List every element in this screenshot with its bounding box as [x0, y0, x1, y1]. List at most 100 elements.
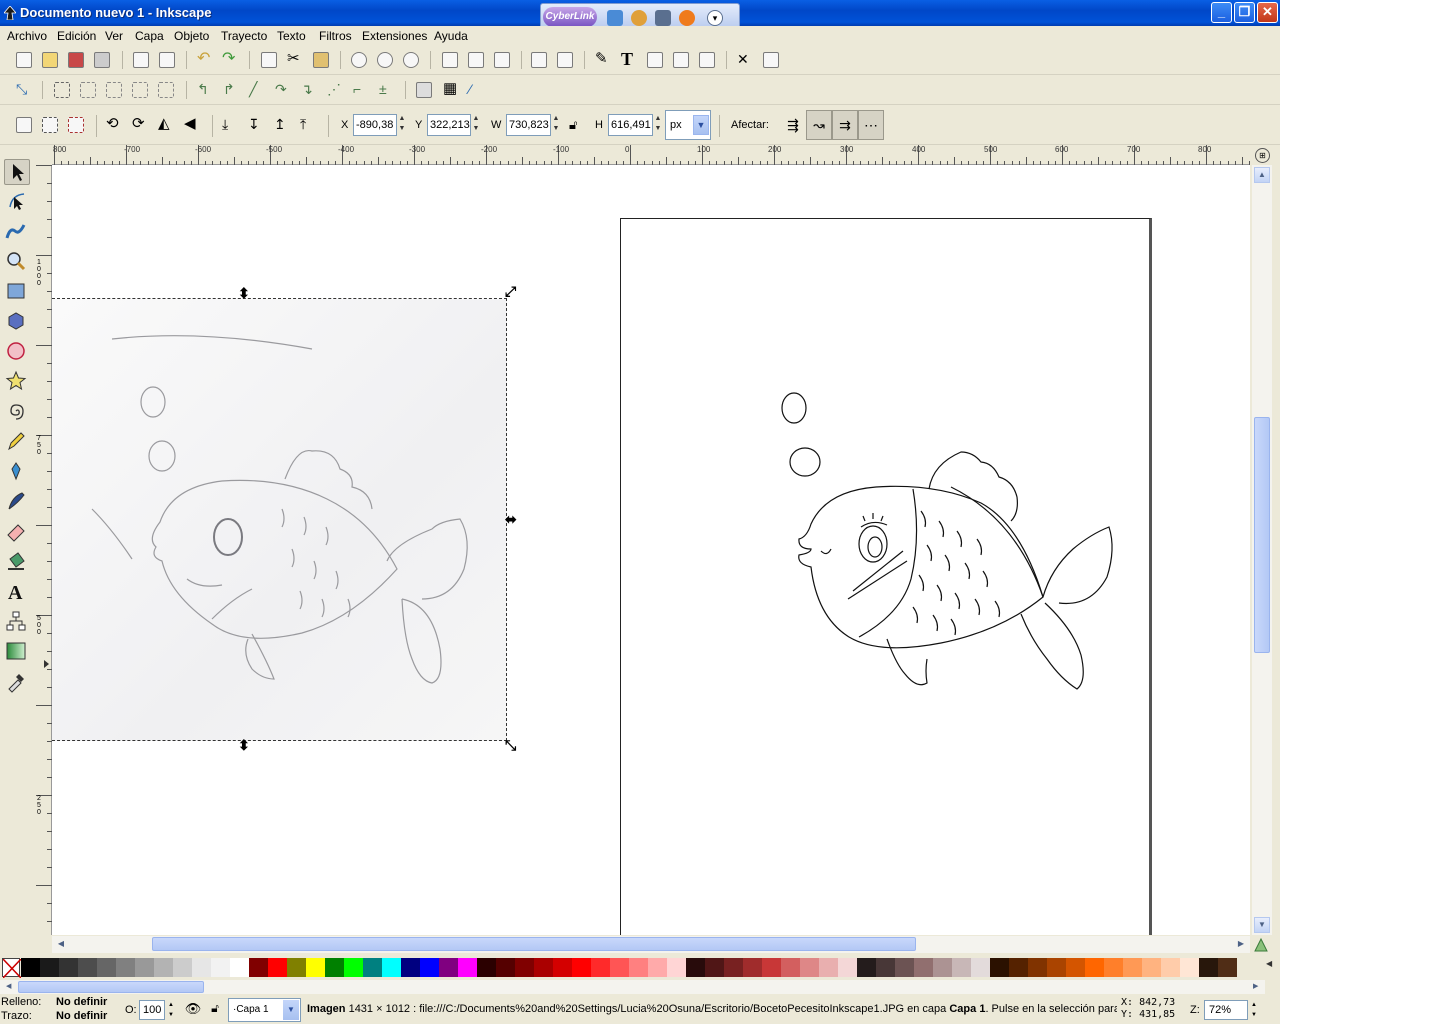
palette-menu-icon[interactable]: ◀ [1266, 959, 1272, 968]
color-swatch[interactable] [306, 958, 325, 977]
new-document-icon[interactable] [16, 52, 32, 68]
color-swatch[interactable] [477, 958, 496, 977]
horizontal-scroll-thumb[interactable] [152, 937, 916, 951]
menu-objeto[interactable]: Objeto [174, 29, 209, 43]
fill-value[interactable]: No definir [56, 996, 107, 1008]
color-swatch[interactable] [686, 958, 705, 977]
copy-icon[interactable] [261, 52, 277, 68]
rotate-cw-icon[interactable]: ⟳ [132, 116, 148, 133]
layers-icon[interactable] [673, 52, 689, 68]
vertical-scroll-thumb[interactable] [1254, 417, 1270, 653]
save-icon[interactable] [68, 52, 84, 68]
zoom-correction-icon[interactable]: ⊞ [1255, 148, 1270, 163]
color-swatch[interactable] [781, 958, 800, 977]
menu-capa[interactable]: Capa [135, 29, 164, 43]
scale-handle-top-right-icon[interactable]: ⤢ [505, 283, 516, 300]
flip-vertical-icon[interactable]: ◀ [184, 116, 200, 133]
snap-midpoints-icon[interactable]: ⋰ [327, 82, 343, 98]
scale-handle-top-icon[interactable]: ⬍ [238, 285, 250, 302]
menu-extensiones[interactable]: Extensiones [362, 29, 427, 43]
w-stepper[interactable]: ▲ ▼ [551, 114, 561, 136]
snap-bbox-icon[interactable] [54, 82, 70, 98]
eraser-tool-icon[interactable] [4, 519, 30, 545]
color-swatch[interactable] [553, 958, 572, 977]
color-swatch[interactable] [344, 958, 363, 977]
y-stepper[interactable]: ▲ ▼ [471, 114, 481, 136]
snap-page-border-icon[interactable] [416, 82, 432, 98]
pen-tool-icon[interactable] [4, 459, 30, 485]
scale-handle-bottom-right-icon[interactable]: ⤡ [505, 737, 516, 754]
scroll-down-icon[interactable]: ▼ [1254, 917, 1270, 933]
color-swatch[interactable] [971, 958, 990, 977]
ungroup-icon[interactable] [557, 52, 573, 68]
affect-gradients-icon[interactable]: ⇉ [832, 110, 858, 140]
color-swatch[interactable] [40, 958, 59, 977]
lower-to-bottom-icon[interactable]: ⤓ [222, 117, 238, 133]
layer-dropdown-arrow-icon[interactable]: ▼ [283, 1000, 299, 1020]
unit-dropdown-arrow-icon[interactable]: ▼ [693, 115, 709, 135]
ellipse-tool-icon[interactable] [4, 339, 30, 365]
color-swatch[interactable] [838, 958, 857, 977]
color-swatch[interactable] [496, 958, 515, 977]
cyberlink-camera-icon[interactable] [655, 10, 671, 26]
fish-vector-drawing[interactable] [621, 219, 1153, 935]
zoom-corner-button[interactable]: ⊞ [1252, 145, 1274, 165]
snap-nodes-icon[interactable]: ↰ [197, 82, 213, 98]
spiral-tool-icon[interactable] [4, 399, 30, 425]
snap-grid-icon[interactable]: ▦ [443, 81, 459, 98]
dropper-tool-icon[interactable] [4, 669, 30, 695]
text-font-icon[interactable]: T [621, 50, 637, 68]
stroke-value[interactable]: No definir [56, 1010, 107, 1022]
w-field[interactable]: 730,823 [506, 114, 551, 136]
duplicate-icon[interactable] [442, 52, 458, 68]
unlink-clone-icon[interactable] [494, 52, 510, 68]
lock-ratio-icon[interactable]: 🔓︎ [569, 117, 583, 133]
color-swatch[interactable] [439, 958, 458, 977]
restore-button[interactable]: ❐ [1234, 2, 1255, 23]
vertical-scrollbar[interactable]: ▲ ▼ [1252, 165, 1272, 935]
palette-scroll-left-icon[interactable]: ◀ [6, 982, 11, 990]
color-swatch[interactable] [857, 958, 876, 977]
affect-rounded-corners-icon[interactable]: ↝ [806, 110, 832, 140]
snap-bbox-midpoints-icon[interactable] [132, 82, 148, 98]
opacity-stepper[interactable]: ▲ ▼ [166, 1000, 176, 1020]
align-distribute-icon[interactable] [699, 52, 715, 68]
menu-ayuda[interactable]: Ayuda [434, 29, 468, 43]
menu-edicion[interactable]: Edición [57, 29, 96, 43]
color-swatch[interactable] [1104, 958, 1123, 977]
zoom-drawing-icon[interactable] [377, 52, 393, 68]
pencil-tool-icon[interactable] [4, 429, 30, 455]
color-swatch[interactable] [1047, 958, 1066, 977]
opacity-field[interactable]: 100 [139, 1000, 165, 1020]
y-field[interactable]: 322,213 [427, 114, 471, 136]
node-tool-icon[interactable] [4, 189, 30, 215]
rectangle-tool-icon[interactable] [4, 279, 30, 305]
raise-to-top-icon[interactable]: ⤒ [300, 117, 316, 133]
menu-texto[interactable]: Texto [277, 29, 306, 43]
h-field[interactable]: 616,491 [608, 114, 653, 136]
color-swatch[interactable] [724, 958, 743, 977]
export-icon[interactable] [159, 52, 175, 68]
snap-bbox-edges-icon[interactable] [80, 82, 96, 98]
color-swatch[interactable] [1009, 958, 1028, 977]
color-swatch[interactable] [458, 958, 477, 977]
color-swatch[interactable] [116, 958, 135, 977]
fill-stroke-icon[interactable]: ✎ [595, 51, 611, 68]
color-swatch[interactable] [762, 958, 781, 977]
color-swatch[interactable] [135, 958, 154, 977]
color-swatch[interactable] [819, 958, 838, 977]
snap-object-centers-icon[interactable]: ⌐ [353, 82, 369, 98]
paste-icon[interactable] [313, 52, 329, 68]
cyberlink-disc-icon[interactable] [631, 10, 647, 26]
color-swatch[interactable] [914, 958, 933, 977]
gradient-tool-icon[interactable] [4, 639, 30, 665]
color-swatch[interactable] [648, 958, 667, 977]
scroll-left-icon[interactable]: ◀ [54, 937, 68, 951]
selector-tool-icon[interactable] [4, 159, 30, 185]
cut-icon[interactable]: ✂ [287, 51, 303, 68]
color-swatch[interactable] [990, 958, 1009, 977]
group-icon[interactable] [531, 52, 547, 68]
color-swatch[interactable] [1199, 958, 1218, 977]
menu-trayecto[interactable]: Trayecto [221, 29, 267, 43]
snap-rotation-center-icon[interactable]: ± [379, 82, 395, 98]
